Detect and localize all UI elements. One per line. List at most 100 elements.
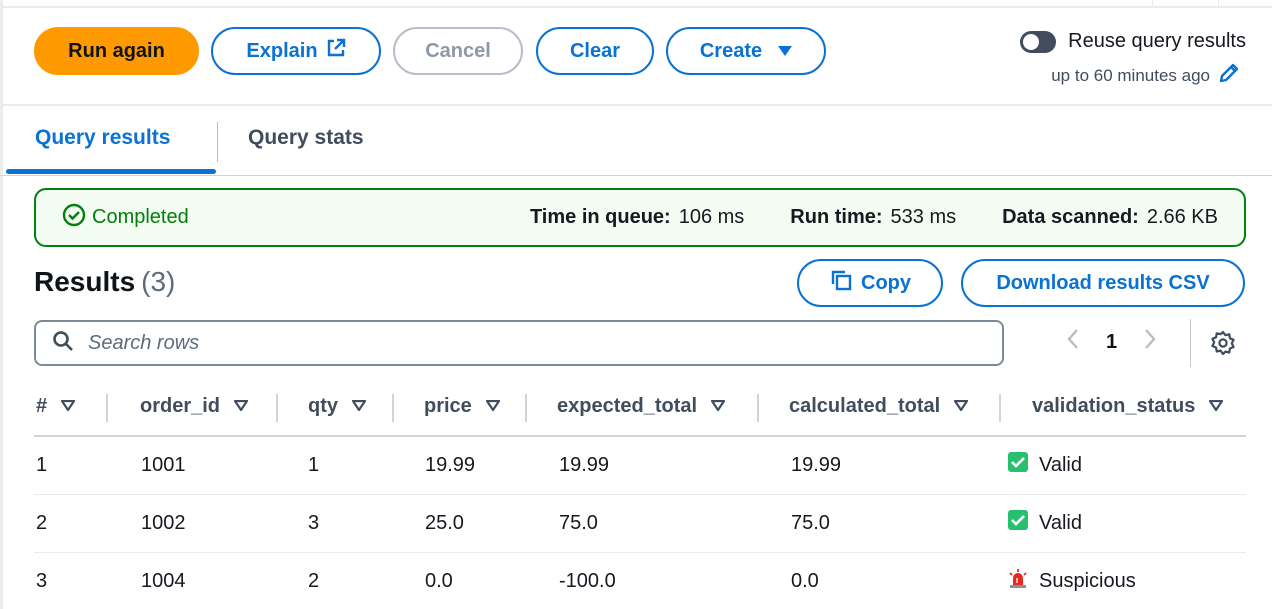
copy-icon [829, 268, 853, 298]
check-box-icon [1007, 509, 1029, 537]
cell-validation-status: Valid [1001, 436, 1246, 495]
results-count: (3) [141, 266, 176, 297]
toolbar-divider [0, 104, 1272, 106]
data-scanned-label: Data scanned: [1002, 206, 1139, 228]
tab-query-stats[interactable]: Query stats [248, 126, 364, 150]
reuse-duration-text: up to 60 minutes ago [1051, 65, 1210, 85]
column-label: validation_status [1032, 395, 1196, 417]
sort-icon[interactable] [954, 395, 969, 418]
settings-gear-icon[interactable] [1210, 330, 1236, 361]
cell-expected-total: 19.99 [527, 436, 759, 495]
results-title: Results [34, 266, 136, 297]
column-label: price [424, 395, 472, 417]
column-label: expected_total [557, 395, 698, 417]
cell-row-number: 1 [34, 436, 108, 495]
explain-button[interactable]: Explain [211, 27, 381, 75]
search-icon [52, 330, 74, 357]
query-status-banner: Completed Time in queue: 106 ms Run time:… [34, 188, 1246, 247]
time-in-queue-label: Time in queue: [529, 206, 671, 228]
cell-order-id: 1001 [108, 436, 278, 495]
table-header-row: # order_id qty price expected_total calc… [34, 378, 1246, 437]
cell-price: 19.99 [394, 436, 527, 495]
status-text: Completed [92, 206, 189, 228]
pagination: 1 [1066, 328, 1157, 356]
column-label: qty [308, 395, 338, 417]
download-csv-button[interactable]: Download results CSV [961, 259, 1245, 307]
sort-icon[interactable] [485, 395, 500, 418]
cell-qty: 2 [308, 569, 320, 592]
column-label: order_id [140, 395, 221, 417]
reuse-results-toggle[interactable] [1020, 30, 1057, 53]
siren-icon [1007, 567, 1029, 595]
table-row: 2 1002 3 25.0 75.0 75.0 Valid [34, 494, 1246, 553]
cell-calculated-total: 0.0 [791, 569, 819, 592]
cell-price: 0.0 [425, 569, 453, 592]
sort-icon[interactable] [1209, 395, 1224, 418]
reuse-results-duration: up to 60 minutes ago [1051, 62, 1240, 89]
tab-separator [217, 122, 218, 162]
data-scanned: Data scanned: 2.66 KB [1002, 206, 1218, 229]
time-in-queue: Time in queue: 106 ms [530, 206, 744, 229]
copy-button[interactable]: Copy [797, 259, 943, 307]
run-again-button[interactable]: Run again [34, 27, 199, 75]
edit-pencil-icon[interactable] [1218, 62, 1240, 89]
explain-label: Explain [246, 39, 318, 62]
cancel-label: Cancel [425, 39, 491, 62]
column-header-order-id[interactable]: order_id [108, 378, 278, 437]
validation-status-text: Valid [1039, 511, 1082, 534]
cell-order-id: 1004 [141, 569, 186, 592]
cell-calculated-total: 75.0 [759, 494, 1001, 553]
run-time: Run time: 533 ms [790, 206, 956, 229]
cell-row-number: 3 [36, 569, 48, 592]
column-header-validation-status[interactable]: validation_status [1001, 378, 1246, 437]
left-border [0, 0, 3, 609]
sort-icon[interactable] [710, 395, 726, 418]
cell-validation-status: Suspicious [1001, 552, 1246, 609]
cell-calculated-total: 19.99 [759, 436, 1001, 495]
toggle-knob [1023, 33, 1040, 50]
results-heading: Results (3) [34, 266, 175, 298]
clear-label: Clear [569, 39, 621, 62]
active-tab-indicator [6, 169, 216, 174]
cell-expected-total: -100.0 [559, 569, 616, 592]
validation-status-text: Suspicious [1039, 569, 1136, 592]
sort-icon[interactable] [351, 395, 367, 418]
column-header-price[interactable]: price [394, 378, 527, 437]
sort-icon[interactable] [233, 395, 249, 418]
query-metrics: Time in queue: 106 ms Run time: 533 ms Dat… [530, 206, 1218, 229]
reuse-results-label: Reuse query results [1068, 30, 1246, 52]
results-table: # order_id qty price expected_total calc… [34, 378, 1246, 609]
column-header-row-number[interactable]: # [34, 378, 108, 437]
sort-icon[interactable] [61, 395, 76, 418]
cell-qty: 1 [278, 436, 394, 495]
create-dropdown-button[interactable]: Create [666, 27, 826, 75]
cancel-button[interactable]: Cancel [393, 27, 523, 75]
status-completed: Completed [62, 203, 189, 233]
search-input[interactable] [88, 331, 888, 355]
top-border-divider [1152, 0, 1153, 8]
validation-status-text: Valid [1039, 453, 1082, 476]
current-page[interactable]: 1 [1106, 331, 1117, 354]
table-row: 1 1001 1 19.99 19.99 19.99 Valid [34, 436, 1246, 495]
clear-button[interactable]: Clear [536, 27, 654, 75]
check-box-icon [1007, 451, 1029, 479]
search-rows-field[interactable] [34, 320, 1004, 366]
pagination-separator [1190, 319, 1191, 367]
previous-page-icon[interactable] [1066, 328, 1080, 356]
column-header-expected-total[interactable]: expected_total [527, 378, 759, 437]
run-time-label: Run time: [790, 206, 883, 228]
check-circle-icon [62, 203, 86, 233]
tab-query-results[interactable]: Query results [35, 126, 170, 150]
cell-validation-status: Valid [1001, 494, 1246, 553]
cell-row-number: 2 [34, 494, 108, 553]
column-header-calculated-total[interactable]: calculated_total [759, 378, 1001, 437]
caret-down-icon [778, 40, 793, 63]
next-page-icon[interactable] [1143, 328, 1157, 356]
run-again-label: Run again [68, 39, 165, 62]
top-border-divider [1218, 0, 1219, 8]
column-header-qty[interactable]: qty [278, 378, 394, 437]
table-row: 3 1004 2 0.0 -100.0 0.0 Suspicious [34, 552, 1246, 609]
time-in-queue-value: 106 ms [678, 206, 745, 228]
column-label: calculated_total [789, 395, 941, 417]
top-border [0, 0, 1272, 8]
